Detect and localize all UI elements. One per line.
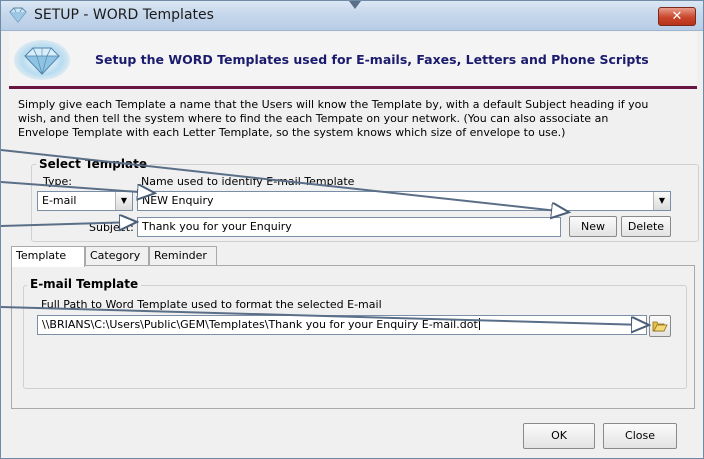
instructions-text: Simply give each Template a name that th… bbox=[18, 98, 698, 140]
chevron-down-icon: ▼ bbox=[120, 196, 128, 205]
text-caret bbox=[478, 318, 480, 330]
type-select-value: E-mail bbox=[42, 194, 77, 207]
title-bar[interactable]: SETUP - WORD Templates ✕ bbox=[1, 1, 703, 31]
window-close-button[interactable]: ✕ bbox=[658, 7, 696, 26]
template-path-value: \\BRIANS\C:\Users\Public\GEM\Templates\T… bbox=[42, 318, 478, 331]
banner-divider bbox=[9, 86, 697, 89]
close-button[interactable]: Close bbox=[603, 423, 677, 449]
template-path-label: Full Path to Word Template used to forma… bbox=[41, 298, 382, 311]
setup-word-templates-dialog: SETUP - WORD Templates ✕ Setup the WORD … bbox=[0, 0, 704, 459]
template-path-input[interactable]: \\BRIANS\C:\Users\Public\GEM\Templates\T… bbox=[37, 315, 647, 335]
delete-button[interactable]: Delete bbox=[621, 216, 671, 237]
diamond-app-icon bbox=[9, 7, 27, 23]
type-label: Type: bbox=[43, 175, 72, 188]
subject-input[interactable]: Thank you for your Enquiry bbox=[137, 217, 561, 237]
instructions-line-3: Envelope Template with each Letter Templ… bbox=[18, 126, 566, 139]
browse-button[interactable] bbox=[649, 315, 671, 337]
template-name-dropdown-button[interactable]: ▼ bbox=[653, 192, 670, 210]
window-title: SETUP - WORD Templates bbox=[34, 7, 214, 23]
template-name-select[interactable]: NEW Enquiry bbox=[137, 191, 671, 211]
template-name-value: NEW Enquiry bbox=[142, 194, 214, 207]
header-banner: Setup the WORD Templates used for E-mail… bbox=[9, 32, 697, 86]
subject-value: Thank you for your Enquiry bbox=[142, 220, 292, 233]
tab-reminder[interactable]: Reminder bbox=[149, 246, 217, 266]
diamond-icon bbox=[14, 40, 70, 80]
instructions-line-2: wish, and then tell the system where to … bbox=[18, 112, 609, 125]
folder-open-icon bbox=[652, 321, 668, 332]
type-dropdown-button[interactable]: ▼ bbox=[115, 192, 132, 210]
tab-category[interactable]: Category bbox=[85, 246, 149, 266]
tab-template[interactable]: Template bbox=[11, 246, 85, 267]
banner-heading: Setup the WORD Templates used for E-mail… bbox=[95, 52, 649, 67]
ok-button[interactable]: OK bbox=[523, 423, 595, 449]
select-template-title: Select Template bbox=[36, 157, 150, 171]
template-name-label: Name used to identify E-mail Template bbox=[141, 175, 355, 188]
email-template-title: E-mail Template bbox=[27, 277, 142, 291]
chevron-down-icon: ▼ bbox=[658, 196, 666, 205]
subject-label: Subject: bbox=[89, 221, 134, 234]
new-button[interactable]: New bbox=[569, 216, 617, 237]
instructions-line-1: Simply give each Template a name that th… bbox=[18, 98, 649, 111]
